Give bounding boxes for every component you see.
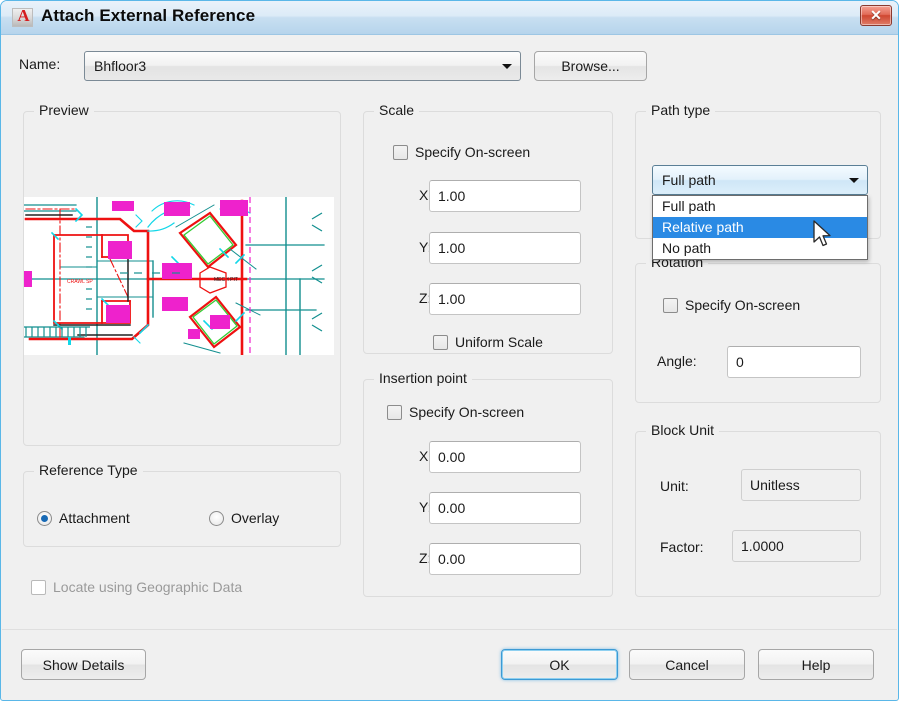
- uniform-scale-checkbox[interactable]: [433, 335, 448, 350]
- close-icon[interactable]: ✕: [860, 5, 892, 26]
- insertion-x-input[interactable]: 0.00: [429, 441, 581, 473]
- rotation-specify-onscreen-label[interactable]: Specify On-screen: [685, 297, 800, 313]
- radio-attachment-label[interactable]: Attachment: [59, 510, 130, 526]
- block-unit-unit-label: Unit:: [660, 478, 689, 494]
- path-type-dropdown-list[interactable]: Full path Relative path No path: [652, 195, 868, 260]
- scale-group-title: Scale: [374, 102, 420, 118]
- browse-button[interactable]: Browse...: [534, 51, 647, 81]
- xref-name-value: Bhfloor3: [94, 58, 147, 74]
- scale-specify-onscreen-checkbox[interactable]: [393, 145, 408, 160]
- reference-type-title: Reference Type: [34, 462, 143, 478]
- footer-divider: [2, 629, 897, 630]
- ok-button[interactable]: OK: [501, 649, 618, 680]
- chevron-down-icon[interactable]: [842, 167, 866, 193]
- insertion-point-title: Insertion point: [374, 370, 472, 386]
- path-type-option-full-path[interactable]: Full path: [653, 196, 867, 217]
- block-unit-factor-value: 1.0000: [732, 530, 861, 562]
- uniform-scale-label[interactable]: Uniform Scale: [455, 334, 543, 350]
- chevron-down-icon[interactable]: [495, 53, 519, 79]
- radio-overlay[interactable]: [209, 511, 224, 526]
- insertion-y-input[interactable]: 0.00: [429, 492, 581, 524]
- xref-name-combo[interactable]: Bhfloor3: [84, 51, 521, 81]
- block-unit-unit-value: Unitless: [741, 469, 861, 501]
- insertion-specify-onscreen-checkbox[interactable]: [387, 405, 402, 420]
- block-unit-title: Block Unit: [646, 422, 720, 438]
- cancel-button[interactable]: Cancel: [629, 649, 745, 680]
- radio-overlay-label[interactable]: Overlay: [231, 510, 279, 526]
- path-type-title: Path type: [646, 102, 716, 118]
- radio-attachment[interactable]: [37, 511, 52, 526]
- show-details-button[interactable]: Show Details: [21, 649, 146, 680]
- path-type-option-no-path[interactable]: No path: [653, 238, 867, 259]
- rotation-angle-label: Angle:: [657, 353, 697, 369]
- locate-geographic-checkbox: [31, 580, 46, 595]
- preview-thumbnail: CRAWL SP MECH PIT: [24, 197, 334, 355]
- path-type-combo[interactable]: Full path: [652, 165, 868, 195]
- insertion-specify-onscreen-label[interactable]: Specify On-screen: [409, 404, 524, 420]
- scale-specify-onscreen-label[interactable]: Specify On-screen: [415, 144, 530, 160]
- locate-geographic-label: Locate using Geographic Data: [53, 579, 243, 595]
- name-label: Name:: [19, 56, 61, 72]
- window-title: Attach External Reference: [41, 6, 256, 25]
- path-type-option-relative-path[interactable]: Relative path: [653, 217, 867, 238]
- close-glyph: ✕: [870, 7, 882, 23]
- title-bar: A Attach External Reference ✕: [1, 1, 898, 35]
- path-type-selected-value: Full path: [662, 172, 716, 188]
- rotation-angle-input[interactable]: 0: [727, 346, 861, 378]
- preview-group-title: Preview: [34, 102, 94, 118]
- rotation-specify-onscreen-checkbox[interactable]: [663, 298, 678, 313]
- attach-external-reference-dialog: A Attach External Reference ✕ Name: Bhfl…: [0, 0, 899, 701]
- svg-text:CRAWL SP: CRAWL SP: [67, 279, 93, 285]
- help-button[interactable]: Help: [758, 649, 874, 680]
- scale-x-input[interactable]: 1.00: [429, 180, 581, 212]
- reference-type-group: Reference Type: [23, 462, 341, 547]
- radio-attachment-dot: [41, 515, 48, 522]
- block-unit-factor-label: Factor:: [660, 539, 704, 555]
- rotation-group: Rotation: [635, 254, 881, 403]
- scale-z-input[interactable]: 1.00: [429, 283, 581, 315]
- block-unit-group: Block Unit: [635, 422, 881, 597]
- insertion-z-input[interactable]: 0.00: [429, 543, 581, 575]
- scale-y-input[interactable]: 1.00: [429, 232, 581, 264]
- autocad-a-icon: A: [12, 6, 33, 27]
